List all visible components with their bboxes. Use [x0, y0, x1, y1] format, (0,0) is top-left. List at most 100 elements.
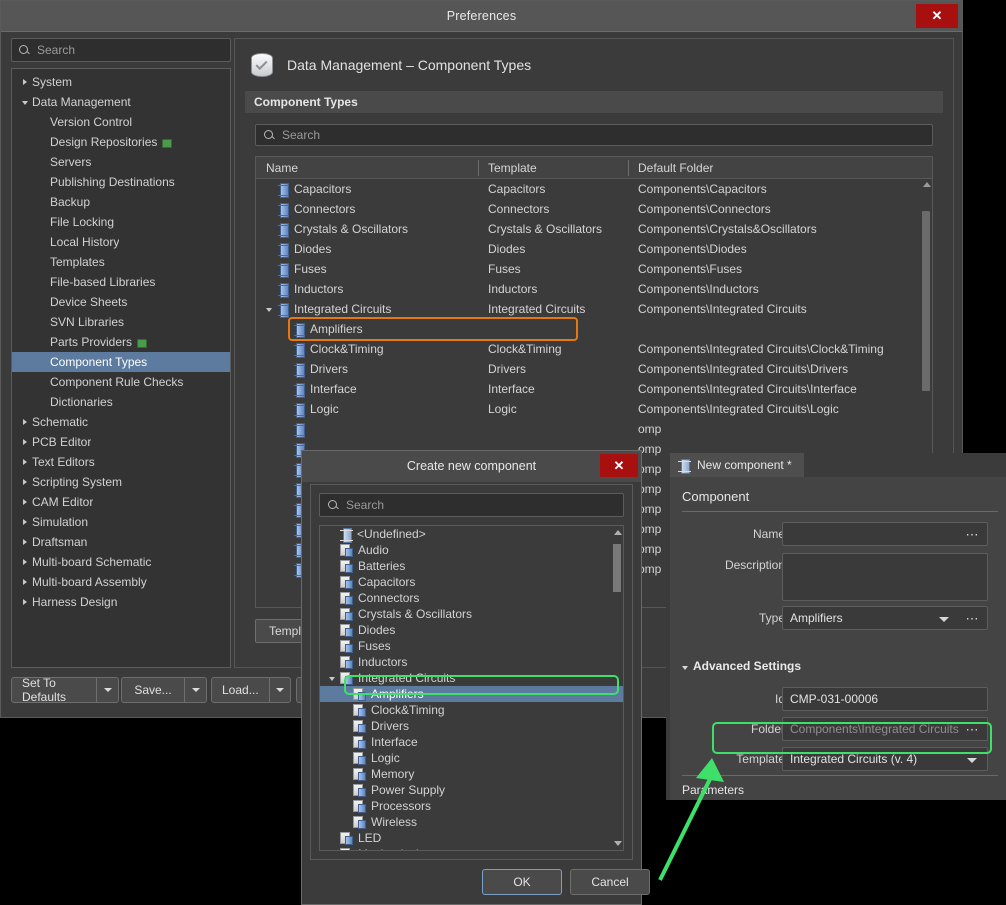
table-row[interactable]: Integrated Circuits Integrated Circuits Co…: [256, 299, 932, 319]
chevron-down-icon[interactable]: [939, 617, 949, 622]
sidebar-item-parts-providers[interactable]: Parts Providers: [12, 332, 230, 352]
list-item[interactable]: Diodes: [320, 622, 623, 638]
chevron-right-icon[interactable]: [18, 559, 32, 565]
chevron-right-icon[interactable]: [18, 439, 32, 445]
table-row[interactable]: omp: [256, 419, 932, 439]
chevron-right-icon[interactable]: [18, 459, 32, 465]
sidebar-item-local-history[interactable]: Local History: [12, 232, 230, 252]
table-row[interactable]: Logic Logic Components\Integrated Circuits…: [256, 399, 932, 419]
sidebar-item-design-repositories[interactable]: Design Repositories: [12, 132, 230, 152]
advanced-settings-toggle[interactable]: Advanced Settings: [682, 659, 801, 673]
list-item[interactable]: Amplifiers: [320, 686, 623, 702]
description-field[interactable]: [782, 553, 988, 601]
sidebar-item-cam-editor[interactable]: CAM Editor: [12, 492, 230, 512]
column-header-default-folder[interactable]: Default Folder: [638, 161, 713, 175]
table-body[interactable]: Capacitors Capacitors Components\Capacitor…: [256, 179, 932, 578]
sidebar-item-draftsman[interactable]: Draftsman: [12, 532, 230, 552]
ellipsis-icon[interactable]: ⋯: [966, 723, 981, 736]
chevron-right-icon[interactable]: [18, 479, 32, 485]
dialog-component-tree[interactable]: <Undefined> Audio Batteries Capacitors Conne…: [319, 525, 624, 851]
sidebar-item-publishing-destinations[interactable]: Publishing Destinations: [12, 172, 230, 192]
type-dropdown[interactable]: Amplifiers ⋯: [782, 606, 988, 630]
list-item[interactable]: Clock&Timing: [320, 702, 623, 718]
sidebar-item-multi-board-schematic[interactable]: Multi-board Schematic: [12, 552, 230, 572]
sidebar-item-data-management[interactable]: Data Management: [12, 92, 230, 112]
chevron-down-icon[interactable]: [262, 306, 276, 312]
template-dropdown[interactable]: Integrated Circuits (v. 4): [782, 747, 988, 771]
table-row[interactable]: Drivers Drivers Components\Integrated Circ…: [256, 359, 932, 379]
scroll-down-icon[interactable]: [614, 841, 622, 846]
list-item[interactable]: Capacitors: [320, 574, 623, 590]
sidebar-search-input[interactable]: Search: [11, 38, 231, 62]
cancel-button[interactable]: Cancel: [570, 869, 650, 895]
chevron-right-icon[interactable]: [18, 79, 32, 85]
scroll-thumb[interactable]: [922, 211, 930, 391]
sidebar-item-component-rule-checks[interactable]: Component Rule Checks: [12, 372, 230, 392]
sidebar-item-pcb-editor[interactable]: PCB Editor: [12, 432, 230, 452]
folder-field[interactable]: Components\Integrated Circuits ⋯: [782, 717, 988, 741]
chevron-right-icon[interactable]: [18, 539, 32, 545]
chevron-right-icon[interactable]: [18, 519, 32, 525]
scroll-thumb[interactable]: [613, 544, 621, 592]
close-icon[interactable]: ✕: [916, 4, 958, 28]
column-header-template[interactable]: Template: [488, 161, 537, 175]
list-item[interactable]: Fuses: [320, 638, 623, 654]
chevron-right-icon[interactable]: [18, 419, 32, 425]
sidebar-item-simulation[interactable]: Simulation: [12, 512, 230, 532]
list-item[interactable]: Wireless: [320, 814, 623, 830]
sidebar-item-device-sheets[interactable]: Device Sheets: [12, 292, 230, 312]
sidebar-item-schematic[interactable]: Schematic: [12, 412, 230, 432]
sidebar-item-file-based-libraries[interactable]: File-based Libraries: [12, 272, 230, 292]
list-item[interactable]: Integrated Circuits: [320, 670, 623, 686]
table-row[interactable]: Capacitors Capacitors Components\Capacitor…: [256, 179, 932, 199]
list-item[interactable]: Connectors: [320, 590, 623, 606]
table-row[interactable]: Crystals & Oscillators Crystals & Oscilla…: [256, 219, 932, 239]
table-row[interactable]: Fuses Fuses Components\Fuses: [256, 259, 932, 279]
ok-button[interactable]: OK: [482, 869, 562, 895]
chevron-down-icon[interactable]: [967, 758, 977, 763]
list-item[interactable]: Audio: [320, 542, 623, 558]
chevron-down-icon[interactable]: [326, 675, 338, 681]
table-row[interactable]: Clock&Timing Clock&Timing Components\Integ…: [256, 339, 932, 359]
list-item[interactable]: Interface: [320, 734, 623, 750]
sidebar-item-version-control[interactable]: Version Control: [12, 112, 230, 132]
dropdown-toggle[interactable]: [96, 678, 118, 702]
sidebar-tree[interactable]: System Data Management Version Control Desi…: [11, 68, 231, 668]
list-item[interactable]: Batteries: [320, 558, 623, 574]
chevron-right-icon[interactable]: [18, 579, 32, 585]
sidebar-item-multi-board-assembly[interactable]: Multi-board Assembly: [12, 572, 230, 592]
load-button[interactable]: Load...: [211, 677, 291, 703]
column-divider[interactable]: [628, 160, 629, 176]
list-item[interactable]: Inductors: [320, 654, 623, 670]
save-button[interactable]: Save...: [121, 677, 207, 703]
list-item[interactable]: Drivers: [320, 718, 623, 734]
table-row[interactable]: Diodes Diodes Components\Diodes: [256, 239, 932, 259]
close-icon[interactable]: ✕: [600, 454, 638, 477]
sidebar-item-harness-design[interactable]: Harness Design: [12, 592, 230, 612]
dropdown-toggle[interactable]: [268, 678, 290, 702]
list-item[interactable]: Power Supply: [320, 782, 623, 798]
dialog-scrollbar[interactable]: [612, 527, 622, 849]
list-item[interactable]: Mechanical: [320, 846, 623, 850]
column-divider[interactable]: [478, 160, 479, 176]
table-row[interactable]: Interface Interface Components\Integrated …: [256, 379, 932, 399]
chevron-right-icon[interactable]: [18, 599, 32, 605]
table-row[interactable]: Inductors Inductors Components\Inductors: [256, 279, 932, 299]
component-types-search-input[interactable]: Search: [255, 124, 933, 146]
list-item[interactable]: LED: [320, 830, 623, 846]
sidebar-item-dictionaries[interactable]: Dictionaries: [12, 392, 230, 412]
column-header-name[interactable]: Name: [266, 161, 298, 175]
id-field[interactable]: CMP-031-00006: [782, 687, 988, 711]
sidebar-item-file-locking[interactable]: File Locking: [12, 212, 230, 232]
list-item[interactable]: Logic: [320, 750, 623, 766]
list-item[interactable]: Processors: [320, 798, 623, 814]
sidebar-item-templates[interactable]: Templates: [12, 252, 230, 272]
sidebar-item-svn-libraries[interactable]: SVN Libraries: [12, 312, 230, 332]
chevron-down-icon[interactable]: [18, 99, 32, 105]
sidebar-item-backup[interactable]: Backup: [12, 192, 230, 212]
sidebar-item-system[interactable]: System: [12, 72, 230, 92]
list-item[interactable]: Memory: [320, 766, 623, 782]
tab-new-component[interactable]: New component *: [670, 453, 804, 477]
sidebar-item-servers[interactable]: Servers: [12, 152, 230, 172]
dialog-tree-rows[interactable]: <Undefined> Audio Batteries Capacitors Conne…: [320, 526, 623, 850]
